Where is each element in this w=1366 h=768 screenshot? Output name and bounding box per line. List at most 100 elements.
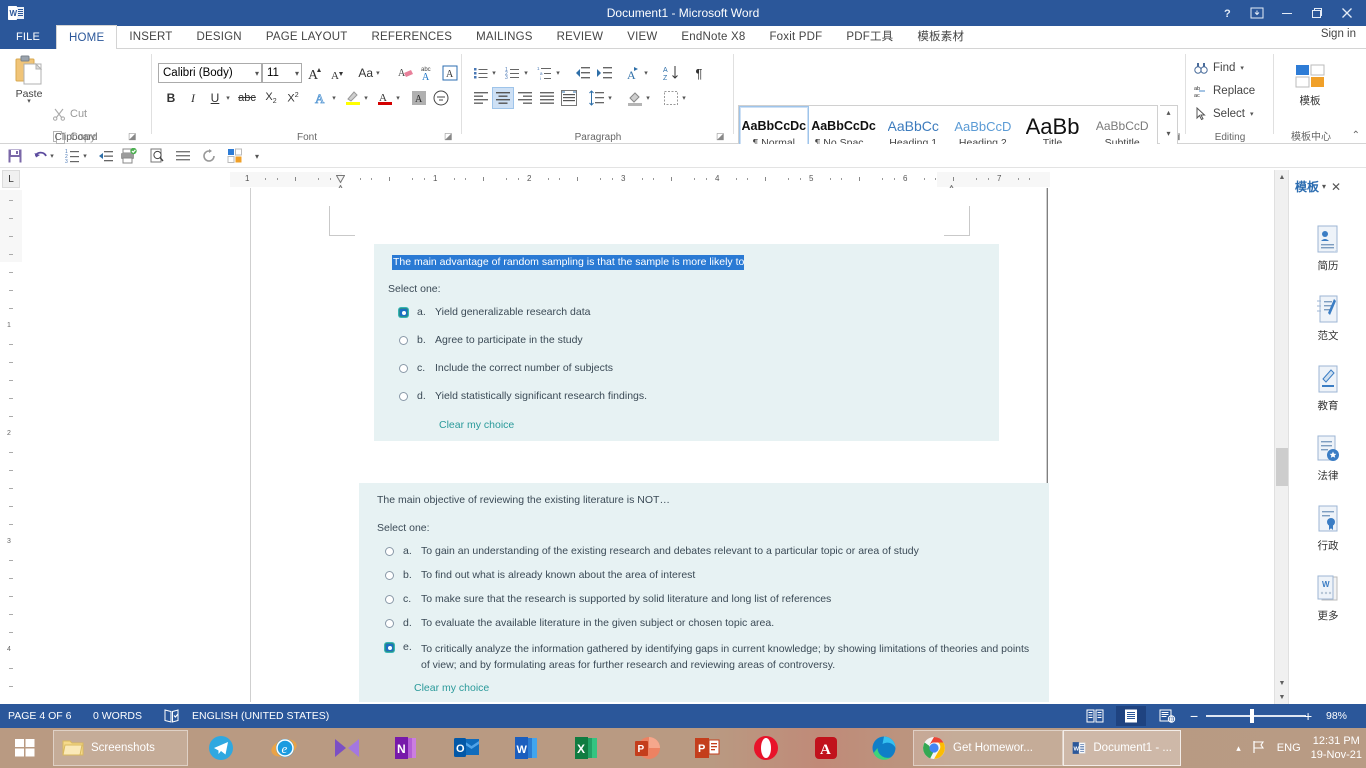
- vertical-scrollbar[interactable]: ▲ ▼ ▼: [1274, 170, 1288, 704]
- language-indicator[interactable]: ENG: [1277, 742, 1301, 754]
- grow-font-button[interactable]: A: [304, 62, 326, 84]
- scroll-up-icon[interactable]: ▲: [1275, 170, 1289, 184]
- read-mode-button[interactable]: [1080, 706, 1110, 726]
- print-preview-button[interactable]: [146, 146, 168, 166]
- question-block-2[interactable]: The main objective of reviewing the exis…: [359, 483, 1049, 702]
- find-button[interactable]: Find ▾: [1194, 61, 1244, 75]
- styles-scroll-down-icon[interactable]: ▾: [1166, 129, 1170, 138]
- font-name-combobox[interactable]: Calibri (Body) ▾: [158, 63, 262, 83]
- tab-mailings[interactable]: MAILINGS: [464, 26, 545, 49]
- clear-formatting-button[interactable]: A: [395, 62, 417, 84]
- bold-button[interactable]: B: [160, 87, 182, 109]
- taskbar-item-movie-maker[interactable]: [325, 730, 369, 766]
- align-right-button[interactable]: [514, 87, 536, 109]
- multilevel-chevron-icon[interactable]: ▾: [552, 62, 564, 84]
- zoom-slider-thumb[interactable]: [1250, 709, 1254, 723]
- show-formatting-marks-button[interactable]: ¶: [688, 62, 710, 84]
- pane-item-admin[interactable]: 行政: [1289, 505, 1366, 553]
- scroll-down-icon[interactable]: ▼: [1275, 676, 1289, 690]
- sign-in-link[interactable]: Sign in: [1321, 28, 1356, 40]
- question-2-option-a[interactable]: a. To gain an understanding of the exist…: [385, 545, 1035, 557]
- underline-chevron-icon[interactable]: ▾: [222, 87, 234, 109]
- pane-item-essay[interactable]: 范文: [1289, 295, 1366, 343]
- align-left-button[interactable]: [470, 87, 492, 109]
- select-button[interactable]: Select ▾: [1194, 107, 1253, 121]
- taskbar-item-opera[interactable]: [745, 730, 787, 766]
- shrink-font-button[interactable]: A: [326, 62, 348, 84]
- increase-indent-button[interactable]: [594, 62, 616, 84]
- cut-button[interactable]: Cut: [52, 107, 87, 121]
- text-effects-chevron-icon[interactable]: ▾: [328, 87, 340, 109]
- template-button[interactable]: 模板: [1288, 63, 1332, 108]
- page-indicator[interactable]: PAGE 4 OF 6: [8, 704, 71, 728]
- question-1-option-a[interactable]: a. Yield generalizable research data: [399, 306, 979, 318]
- taskbar-item-internet-explorer[interactable]: e: [262, 730, 306, 766]
- radio-button-selected[interactable]: [399, 308, 408, 317]
- clipboard-dialog-launcher[interactable]: ◪: [128, 131, 139, 142]
- radio-button[interactable]: [385, 595, 394, 604]
- question-block-1[interactable]: The main advantage of random sampling is…: [374, 244, 999, 441]
- radio-button[interactable]: [399, 392, 408, 401]
- question-1-clear-my-choice[interactable]: Clear my choice: [439, 419, 514, 431]
- taskbar-item-outlook[interactable]: O: [445, 730, 489, 766]
- tab-references[interactable]: REFERENCES: [359, 26, 464, 49]
- radio-button-selected[interactable]: [385, 643, 394, 652]
- pane-item-legal[interactable]: 法律: [1289, 435, 1366, 483]
- restore-button[interactable]: [1302, 1, 1332, 25]
- tab-stop-selector[interactable]: L: [2, 170, 20, 188]
- taskbar-item-screenshots[interactable]: Screenshots: [53, 730, 188, 766]
- chevron-down-icon[interactable]: ▾: [292, 69, 299, 78]
- print-layout-button[interactable]: [1116, 706, 1146, 726]
- web-layout-button[interactable]: [1152, 706, 1182, 726]
- paragraph-dialog-launcher[interactable]: ◪: [716, 131, 727, 142]
- tab-design[interactable]: DESIGN: [185, 26, 254, 49]
- shading-chevron-icon[interactable]: ▾: [642, 87, 654, 109]
- character-shading-button[interactable]: A: [408, 87, 430, 109]
- help-button[interactable]: ?: [1212, 1, 1242, 25]
- strikethrough-button[interactable]: abc: [236, 87, 258, 109]
- taskbar-item-edge[interactable]: [862, 730, 906, 766]
- question-1-option-b[interactable]: b. Agree to participate in the study: [399, 334, 979, 346]
- collapse-ribbon-button[interactable]: ⌃: [1352, 130, 1360, 141]
- question-2-title[interactable]: The main objective of reviewing the exis…: [377, 494, 670, 506]
- show-hidden-icons-button[interactable]: ▴: [1236, 743, 1241, 754]
- numbering-chevron-icon[interactable]: ▾: [520, 62, 532, 84]
- pane-item-education[interactable]: 教育: [1289, 365, 1366, 413]
- replace-button[interactable]: abac Replace: [1194, 84, 1255, 98]
- superscript-button[interactable]: X2: [282, 87, 304, 109]
- align-center-button[interactable]: [492, 87, 514, 109]
- tab-foxit-pdf[interactable]: Foxit PDF: [757, 26, 834, 49]
- print-button[interactable]: [118, 146, 140, 166]
- taskbar-item-acrobat[interactable]: A: [805, 730, 847, 766]
- vertical-ruler[interactable]: 1 2 3 4: [0, 190, 22, 702]
- radio-button[interactable]: [399, 364, 408, 373]
- start-button[interactable]: [0, 728, 50, 768]
- italic-button[interactable]: I: [182, 87, 204, 109]
- taskbar-item-onenote[interactable]: N: [385, 730, 427, 766]
- zoom-slider-track[interactable]: [1206, 715, 1306, 717]
- clock[interactable]: 12:31 PM 19-Nov-21: [1311, 734, 1362, 762]
- repeat-button[interactable]: [198, 146, 220, 166]
- question-1-option-c[interactable]: c. Include the correct number of subject…: [399, 362, 979, 374]
- zoom-level[interactable]: 98%: [1326, 704, 1347, 728]
- question-2-option-d[interactable]: d. To evaluate the available literature …: [385, 617, 1035, 629]
- tab-page-layout[interactable]: PAGE LAYOUT: [254, 26, 360, 49]
- tab-review[interactable]: REVIEW: [545, 26, 616, 49]
- styles-scroll-up-icon[interactable]: ▴: [1166, 108, 1170, 117]
- tab-file[interactable]: FILE: [0, 26, 56, 49]
- radio-button[interactable]: [385, 619, 394, 628]
- taskbar-item-powerpoint-presenter[interactable]: P: [685, 730, 729, 766]
- tab-view[interactable]: VIEW: [615, 26, 669, 49]
- question-1-option-d[interactable]: d. Yield statistically significant resea…: [399, 390, 979, 402]
- template-quick-button[interactable]: [224, 146, 246, 166]
- save-button[interactable]: [4, 146, 26, 166]
- undo-chevron-icon[interactable]: ▾: [47, 146, 57, 166]
- question-2-option-b[interactable]: b. To find out what is already known abo…: [385, 569, 1035, 581]
- borders-chevron-icon[interactable]: ▾: [678, 87, 690, 109]
- tab-home[interactable]: HOME: [56, 25, 117, 49]
- font-color-chevron-icon[interactable]: ▾: [392, 87, 404, 109]
- tab-pdf-tools[interactable]: PDF工具: [834, 26, 905, 49]
- bullets-chevron-icon[interactable]: ▾: [488, 62, 500, 84]
- taskbar-item-document1[interactable]: W Document1 - ...: [1063, 730, 1181, 766]
- paste-caret-icon[interactable]: ▾: [8, 100, 50, 104]
